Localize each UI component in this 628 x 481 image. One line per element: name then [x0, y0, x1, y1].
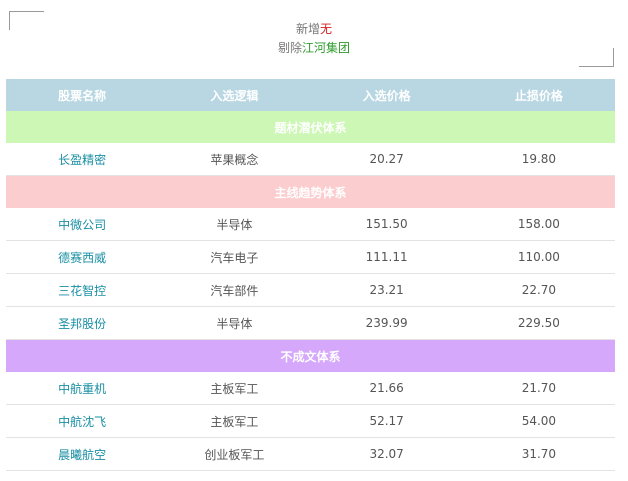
added-value: 无: [320, 22, 333, 36]
stop-price: 54.00: [521, 414, 557, 428]
stop-price: 19.80: [521, 152, 557, 166]
entry-price: 23.21: [369, 283, 404, 297]
added-label: 新增: [295, 22, 320, 36]
section-title: 不成文体系: [280, 349, 341, 364]
stock-logic: 主板军工: [210, 414, 259, 429]
stock-logic: 半导体: [216, 217, 253, 232]
stock-name: 三花智控: [58, 283, 107, 298]
section-title: 题材潜伏体系: [274, 120, 347, 135]
section-header: 主线趋势体系: [6, 176, 615, 208]
header-entry-price: 入选价格: [362, 88, 411, 103]
entry-price: 239.99: [365, 316, 408, 330]
section-header: 不成文体系: [6, 340, 615, 372]
table-row: 中微公司 半导体 151.50 158.00: [6, 208, 615, 241]
stock-logic: 汽车部件: [210, 283, 259, 298]
stop-price: 110.00: [517, 250, 560, 264]
stock-logic: 创业板军工: [204, 447, 265, 462]
added-line: 新增无: [0, 20, 628, 39]
stop-price: 31.70: [521, 447, 557, 461]
table-row: 晨曦航空 创业板军工 32.07 31.70: [6, 438, 615, 471]
entry-price: 52.17: [369, 414, 404, 428]
header-stock-name: 股票名称: [58, 88, 107, 103]
removed-label: 剔除: [277, 41, 302, 55]
stock-name: 晨曦航空: [58, 447, 107, 462]
stock-name: 中微公司: [58, 217, 107, 232]
table-row: 中航沈飞 主板军工 52.17 54.00: [6, 405, 615, 438]
stock-logic: 半导体: [216, 316, 253, 331]
entry-price: 20.27: [369, 152, 404, 166]
stock-name: 中航重机: [58, 381, 107, 396]
table-row: 德赛西威 汽车电子 111.11 110.00: [6, 241, 615, 274]
header-logic: 入选逻辑: [210, 88, 259, 103]
entry-price: 151.50: [365, 217, 408, 231]
stop-price: 158.00: [517, 217, 560, 231]
entry-price: 111.11: [365, 250, 408, 264]
stock-pool-table: 股票名称 入选逻辑 入选价格 止损价格 题材潜伏体系 长盈精密 苹果概念 20.…: [6, 79, 615, 471]
header-stop-price: 止损价格: [514, 88, 563, 103]
stock-name: 德赛西威: [58, 250, 107, 265]
table-row: 中航重机 主板军工 21.66 21.70: [6, 372, 615, 405]
table-row: 三花智控 汽车部件 23.21 22.70: [6, 274, 615, 307]
removed-value: 江河集团: [302, 41, 351, 55]
table-row: 圣邦股份 半导体 239.99 229.50: [6, 307, 615, 340]
stock-logic: 主板军工: [210, 381, 259, 396]
stock-name: 长盈精密: [58, 152, 107, 167]
stock-logic: 汽车电子: [210, 250, 259, 265]
change-summary: 新增无 剔除江河集团: [0, 20, 628, 58]
stock-logic: 苹果概念: [210, 152, 259, 167]
stock-name: 中航沈飞: [58, 414, 107, 429]
section-header: 题材潜伏体系: [6, 111, 615, 143]
entry-price: 21.66: [369, 381, 404, 395]
stop-price: 229.50: [517, 316, 560, 330]
stop-price: 21.70: [521, 381, 557, 395]
entry-price: 32.07: [369, 447, 404, 461]
stock-name: 圣邦股份: [58, 316, 107, 331]
removed-line: 剔除江河集团: [0, 39, 628, 58]
stop-price: 22.70: [521, 283, 557, 297]
table-header-row: 股票名称 入选逻辑 入选价格 止损价格: [6, 79, 615, 111]
table-row: 长盈精密 苹果概念 20.27 19.80: [6, 143, 615, 176]
section-title: 主线趋势体系: [274, 185, 347, 200]
